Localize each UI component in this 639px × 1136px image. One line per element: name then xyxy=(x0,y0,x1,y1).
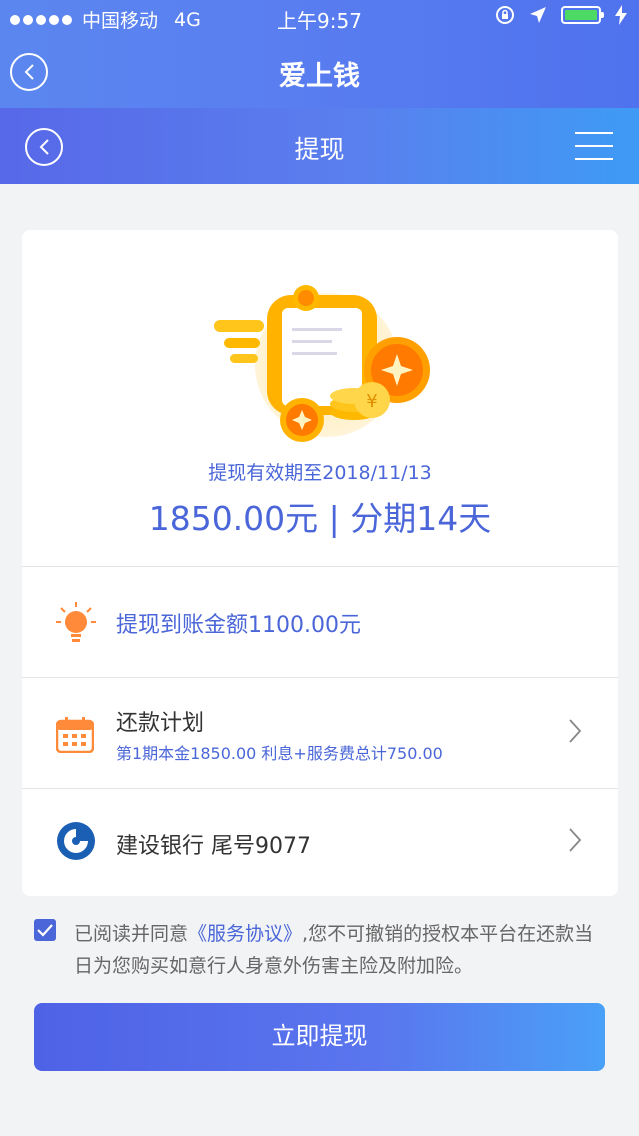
battery-icon xyxy=(561,6,604,24)
amount-separator: | xyxy=(318,499,351,538)
rotation-lock-icon xyxy=(496,6,514,24)
battery-level xyxy=(565,10,597,20)
bank-card-row[interactable]: 建设银行 尾号9077 xyxy=(22,789,618,896)
agreement-prefix: 已阅读并同意 xyxy=(74,923,189,945)
chevron-right-icon xyxy=(569,719,582,743)
secondary-nav: 提现 xyxy=(0,108,639,184)
agreement-text: 已阅读并同意《服务协议》,您不可撤销的授权本平台在还款当日为您购买如意行人身意外… xyxy=(74,918,604,982)
withdraw-now-button[interactable]: 立即提现 xyxy=(34,1003,605,1071)
calendar-icon xyxy=(56,717,94,753)
primary-nav: 爱上钱 xyxy=(0,36,639,108)
validity-text: 提现有效期至2018/11/13 xyxy=(208,462,432,484)
installment-term: 分期14天 xyxy=(350,499,492,538)
status-right xyxy=(495,5,627,25)
primary-title: 爱上钱 xyxy=(279,61,360,92)
charging-icon xyxy=(615,5,627,25)
service-agreement-link[interactable]: 《服务协议》 xyxy=(188,923,302,945)
agreement-checkbox[interactable] xyxy=(34,919,56,941)
menu-icon[interactable] xyxy=(575,132,613,160)
withdraw-card: ¥ 提现有效期至2018/11/13 1850.00元 | 分期14天 提现到账… xyxy=(22,230,618,896)
repayment-plan-row[interactable]: 还款计划 第1期本金1850.00 利息+服务费总计750.00 xyxy=(22,678,618,788)
ccb-bank-icon xyxy=(57,822,95,860)
repayment-plan-detail: 第1期本金1850.00 利息+服务费总计750.00 xyxy=(116,744,443,763)
page-title: 提现 xyxy=(294,135,345,164)
bank-card-text: 建设银行 尾号9077 xyxy=(116,834,311,859)
check-icon xyxy=(37,924,53,937)
svg-text:¥: ¥ xyxy=(366,391,377,412)
amount-summary: 1850.00元 | 分期14天 xyxy=(22,492,618,540)
chevron-right-icon xyxy=(569,828,582,852)
withdraw-amount: 1850.00元 xyxy=(148,499,319,538)
repayment-plan-title: 还款计划 xyxy=(116,711,205,736)
arrival-amount-row: 提现到账金额1100.00元 xyxy=(22,567,618,677)
status-bar: 中国移动 4G 上午9:57 xyxy=(0,0,639,36)
location-icon xyxy=(530,7,546,23)
withdraw-illustration-icon: ¥ xyxy=(214,285,430,442)
bulb-icon xyxy=(56,602,96,642)
arrival-amount-text: 提现到账金额1100.00元 xyxy=(116,613,361,638)
